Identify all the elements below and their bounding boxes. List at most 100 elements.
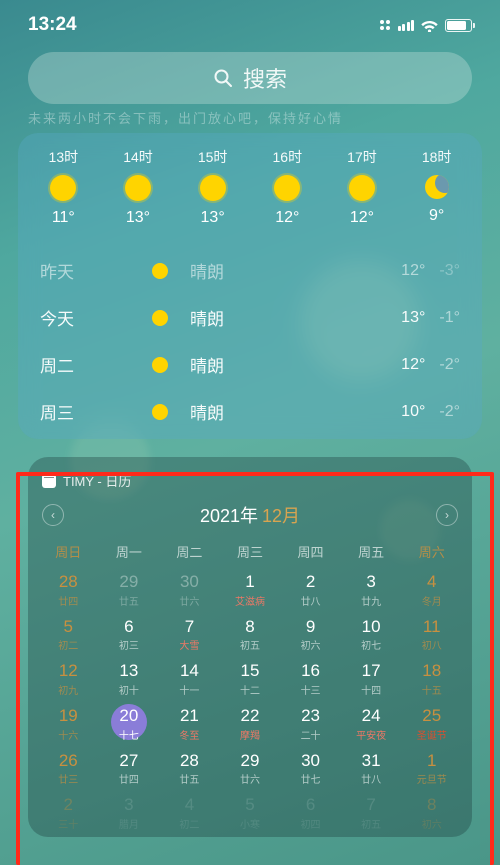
hour-col: 18时 9° bbox=[422, 147, 452, 227]
cell-number: 28 bbox=[180, 752, 199, 771]
calendar-cell[interactable]: 2三十 bbox=[38, 792, 99, 837]
calendar-cell[interactable]: 21冬至 bbox=[159, 703, 220, 748]
calendar-cell[interactable]: 22摩羯 bbox=[220, 703, 281, 748]
cell-sub: 二十 bbox=[301, 727, 321, 742]
calendar-cell[interactable]: 5小寒 bbox=[220, 792, 281, 837]
status-bar: 13:24 bbox=[0, 0, 500, 42]
calendar-cell[interactable]: 7大雪 bbox=[159, 614, 220, 659]
status-time: 13:24 bbox=[28, 14, 77, 36]
calendar-cell[interactable]: 23二十 bbox=[280, 703, 341, 748]
cell-sub: 廿六 bbox=[179, 593, 199, 608]
cell-number: 28 bbox=[59, 573, 78, 592]
cell-sub: 初五 bbox=[240, 637, 260, 652]
calendar-cell[interactable]: 26廿三 bbox=[38, 748, 99, 793]
prev-month-button[interactable]: ‹ bbox=[42, 504, 64, 526]
cell-number: 20 bbox=[119, 707, 138, 726]
calendar-dow: 周二 bbox=[159, 538, 220, 569]
cell-sub: 初九 bbox=[58, 682, 78, 697]
cell-number: 5 bbox=[245, 796, 254, 815]
calendar-cell[interactable]: 20十七 bbox=[99, 703, 160, 748]
day-icon bbox=[130, 310, 190, 326]
cell-sub: 初七 bbox=[361, 637, 381, 652]
cell-sub: 初六 bbox=[301, 637, 321, 652]
calendar-cell[interactable]: 11初八 bbox=[401, 614, 462, 659]
calendar-cell[interactable]: 6初三 bbox=[99, 614, 160, 659]
calendar-cell[interactable]: 14十一 bbox=[159, 658, 220, 703]
cell-sub: 十七 bbox=[119, 727, 139, 742]
cell-number: 19 bbox=[59, 707, 78, 726]
cell-number: 26 bbox=[59, 752, 78, 771]
signal-icon bbox=[398, 20, 415, 31]
calendar-cell[interactable]: 3廿九 bbox=[341, 569, 402, 614]
calendar-cell[interactable]: 5初二 bbox=[38, 614, 99, 659]
calendar-cell[interactable]: 31廿八 bbox=[341, 748, 402, 793]
cell-number: 27 bbox=[119, 752, 138, 771]
calendar-widget[interactable]: TIMY - 日历 ‹ 2021年12月 › 周日周一周二周三周四周五周六28廿… bbox=[28, 457, 472, 837]
calendar-cell[interactable]: 9初六 bbox=[280, 614, 341, 659]
cell-number: 2 bbox=[64, 796, 73, 815]
sun-icon bbox=[125, 175, 151, 201]
calendar-cell[interactable]: 1元旦节 bbox=[401, 748, 462, 793]
calendar-nav: ‹ 2021年12月 › bbox=[38, 502, 462, 538]
calendar-cell[interactable]: 12初九 bbox=[38, 658, 99, 703]
search-placeholder: 搜索 bbox=[243, 62, 287, 94]
hour-temp: 9° bbox=[429, 207, 444, 225]
sun-icon bbox=[274, 175, 300, 201]
cell-number: 1 bbox=[427, 752, 436, 771]
calendar-cell[interactable]: 13初十 bbox=[99, 658, 160, 703]
calendar-cell[interactable]: 29廿五 bbox=[99, 569, 160, 614]
cell-sub: 十一 bbox=[179, 682, 199, 697]
cell-sub: 艾滋病 bbox=[235, 593, 265, 608]
next-month-button[interactable]: › bbox=[436, 504, 458, 526]
calendar-cell[interactable]: 30廿七 bbox=[280, 748, 341, 793]
calendar-title: 2021年12月 bbox=[200, 502, 300, 528]
hour-time: 18时 bbox=[422, 147, 452, 167]
calendar-cell[interactable]: 19十六 bbox=[38, 703, 99, 748]
hour-time: 13时 bbox=[49, 147, 79, 167]
calendar-cell[interactable]: 8初五 bbox=[220, 614, 281, 659]
calendar-cell[interactable]: 25圣诞节 bbox=[401, 703, 462, 748]
calendar-cell[interactable]: 18十五 bbox=[401, 658, 462, 703]
calendar-cell[interactable]: 29廿六 bbox=[220, 748, 281, 793]
calendar-cell[interactable]: 28廿五 bbox=[159, 748, 220, 793]
hour-temp: 11° bbox=[52, 209, 75, 227]
calendar-cell[interactable]: 15十二 bbox=[220, 658, 281, 703]
calendar-cell[interactable]: 4冬月 bbox=[401, 569, 462, 614]
calendar-cell[interactable]: 4初二 bbox=[159, 792, 220, 837]
sun-icon bbox=[152, 357, 168, 373]
calendar-cell[interactable]: 16十三 bbox=[280, 658, 341, 703]
cell-sub: 初六 bbox=[422, 816, 442, 831]
sun-icon bbox=[200, 175, 226, 201]
calendar-cell[interactable]: 1艾滋病 bbox=[220, 569, 281, 614]
calendar-cell[interactable]: 24平安夜 bbox=[341, 703, 402, 748]
calendar-cell[interactable]: 30廿六 bbox=[159, 569, 220, 614]
cell-number: 30 bbox=[180, 573, 199, 592]
cell-number: 7 bbox=[185, 618, 194, 637]
calendar-cell[interactable]: 2廿八 bbox=[280, 569, 341, 614]
cell-sub: 廿四 bbox=[58, 593, 78, 608]
calendar-cell[interactable]: 3腊月 bbox=[99, 792, 160, 837]
calendar-cell[interactable]: 10初七 bbox=[341, 614, 402, 659]
hour-time: 16时 bbox=[273, 147, 303, 167]
calendar-dow: 周三 bbox=[220, 538, 281, 569]
cell-number: 6 bbox=[306, 796, 315, 815]
calendar-cell[interactable]: 6初四 bbox=[280, 792, 341, 837]
cell-number: 1 bbox=[245, 573, 254, 592]
hour-col: 13时 11° bbox=[49, 147, 79, 227]
calendar-cell[interactable]: 28廿四 bbox=[38, 569, 99, 614]
cell-sub: 初二 bbox=[58, 637, 78, 652]
search-input[interactable]: 搜索 bbox=[28, 52, 472, 104]
cell-sub: 廿三 bbox=[58, 771, 78, 786]
day-icon bbox=[130, 404, 190, 420]
weather-widget[interactable]: 13时11°14时13°15时13°16时12°17时12°18时9° 昨天 晴… bbox=[18, 133, 482, 439]
cell-sub: 初二 bbox=[179, 816, 199, 831]
cell-number: 8 bbox=[245, 618, 254, 637]
calendar-cell[interactable]: 17十四 bbox=[341, 658, 402, 703]
calendar-cell[interactable]: 27廿四 bbox=[99, 748, 160, 793]
cell-number: 4 bbox=[185, 796, 194, 815]
calendar-cell[interactable]: 8初六 bbox=[401, 792, 462, 837]
hour-temp: 12° bbox=[350, 209, 374, 227]
calendar-cell[interactable]: 7初五 bbox=[341, 792, 402, 837]
day-icon bbox=[130, 263, 190, 279]
cell-sub: 十三 bbox=[301, 682, 321, 697]
